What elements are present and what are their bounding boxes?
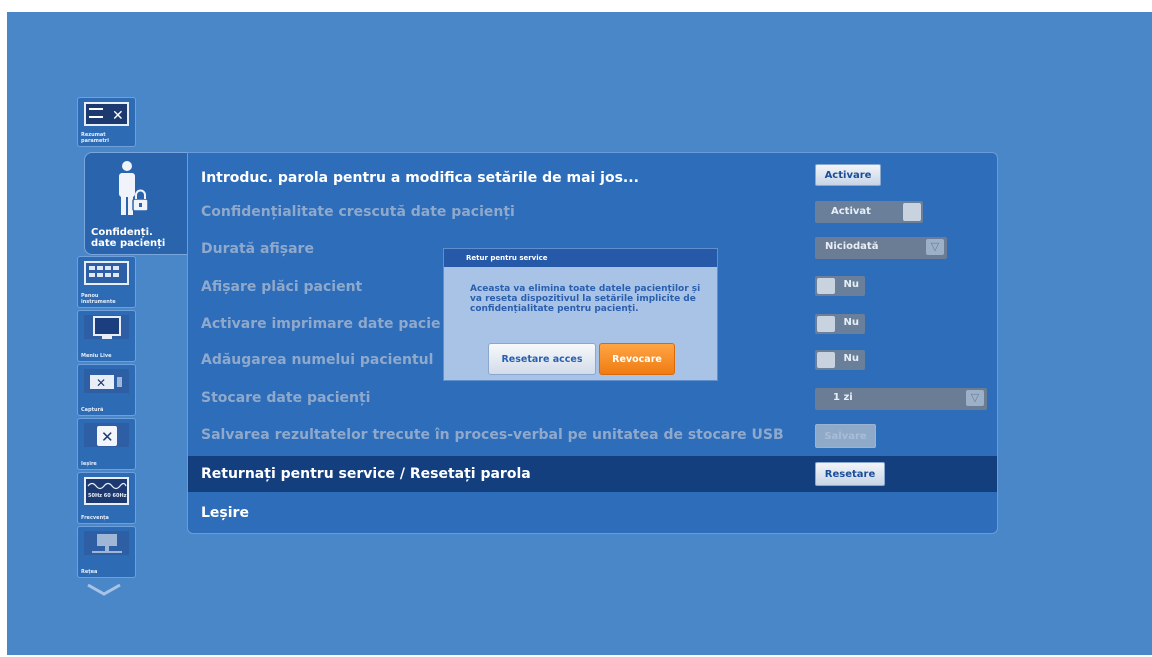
- enable-print-label: Activare imprimare date pacie: [201, 316, 441, 332]
- sidebar-item-network[interactable]: Rețea: [77, 526, 136, 578]
- add-patient-name-toggle[interactable]: Nu: [815, 350, 865, 370]
- svg-text:✕: ✕: [112, 108, 124, 124]
- parameters-icon: ✕: [84, 102, 129, 126]
- patient-data-storage-label: Stocare date pacienți: [201, 390, 371, 406]
- svg-text:✕: ✕: [101, 428, 114, 446]
- sidebar-item-label: Ieșire: [81, 461, 97, 467]
- display-duration-label: Durată afișare: [201, 241, 314, 257]
- monitor-icon: [84, 315, 129, 339]
- activate-button[interactable]: Activare: [815, 164, 881, 186]
- sidebar-item-label: Rețea: [81, 569, 98, 575]
- sidebar-item-exit[interactable]: ✕ Ieșire: [77, 418, 136, 470]
- password-prompt-label: Introduc. parola pentru a modifica setăr…: [201, 170, 639, 186]
- toggle-knob: [817, 352, 835, 368]
- enhanced-privacy-toggle[interactable]: Activat: [815, 201, 923, 223]
- sidebar-item-label: Meniu Live: [81, 353, 112, 359]
- exit-row-label[interactable]: Leșire: [201, 505, 249, 521]
- add-patient-name-label: Adăugarea numelui pacientul: [201, 352, 434, 368]
- chevron-down-icon: ▽: [966, 390, 984, 406]
- sidebar-item-label: Captură: [81, 407, 104, 413]
- reset-button[interactable]: Resetare: [815, 462, 885, 486]
- toggle-value: Nu: [843, 317, 860, 328]
- sidebar-item-patient-privacy[interactable]: Confidenți. date pacienți: [84, 152, 189, 255]
- service-return-dialog: Retur pentru service Aceasta va elimina …: [443, 248, 718, 381]
- enhanced-privacy-label: Confidențialitate crescută date pacienți: [201, 204, 515, 220]
- svg-text:✕: ✕: [96, 376, 106, 390]
- dialog-title: Retur pentru service: [444, 249, 717, 267]
- show-patient-tiles-label: Afișare plăci pacient: [201, 279, 363, 295]
- frequency-icon: 50Hz 60 60Hz: [84, 477, 129, 505]
- sidebar-item-capture[interactable]: ✕ Captură: [77, 364, 136, 416]
- dialog-message: Aceasta va elimina toate datele pacienți…: [470, 284, 701, 314]
- reset-access-button[interactable]: Resetare acces: [488, 343, 596, 375]
- toggle-knob: [817, 278, 835, 294]
- return-for-service-label: Returnați pentru service / Resetați paro…: [201, 466, 531, 482]
- save-button[interactable]: Salvare: [815, 424, 876, 448]
- toolbar-panel-icon: [84, 261, 129, 285]
- display-duration-select[interactable]: Niciodată ▽: [815, 237, 947, 259]
- show-patient-tiles-toggle[interactable]: Nu: [815, 276, 865, 296]
- patient-lock-icon: [119, 161, 149, 215]
- sidebar-item-label: Confidenți. date pacienți: [91, 227, 166, 249]
- network-icon: [84, 531, 129, 555]
- chevron-down-icon: ▽: [926, 239, 944, 255]
- frequency-badge: 50Hz 60 60Hz: [88, 493, 127, 499]
- patient-data-storage-select[interactable]: 1 zi ▽: [815, 388, 987, 410]
- close-icon: ✕: [84, 423, 129, 447]
- sidebar-item-label: Rezumat parametri: [81, 132, 109, 144]
- chevron-down-icon[interactable]: [86, 582, 122, 598]
- save-past-results-label: Salvarea rezultatelor trecute în proces-…: [201, 427, 784, 443]
- toggle-knob: [817, 316, 835, 332]
- sidebar-item-parameters[interactable]: ✕ Rezumat parametri: [77, 97, 136, 147]
- select-value: 1 zi: [833, 392, 853, 403]
- sidebar-item-frequency[interactable]: 50Hz 60 60Hz Frecvența: [77, 472, 136, 524]
- select-value: Niciodată: [825, 241, 879, 252]
- toggle-knob: [903, 203, 921, 221]
- capture-icon: ✕: [84, 369, 129, 393]
- toggle-value: Nu: [843, 353, 860, 364]
- toggle-value: Activat: [831, 206, 871, 217]
- enable-print-toggle[interactable]: Nu: [815, 314, 865, 334]
- sidebar-item-toolbar-panel[interactable]: Panou instrumente: [77, 256, 136, 308]
- toggle-value: Nu: [843, 279, 860, 290]
- sidebar-item-live-menu[interactable]: Meniu Live: [77, 310, 136, 362]
- sidebar-item-label: Frecvența: [81, 515, 109, 521]
- cancel-button[interactable]: Revocare: [599, 343, 675, 375]
- sidebar-item-label: Panou instrumente: [81, 293, 116, 305]
